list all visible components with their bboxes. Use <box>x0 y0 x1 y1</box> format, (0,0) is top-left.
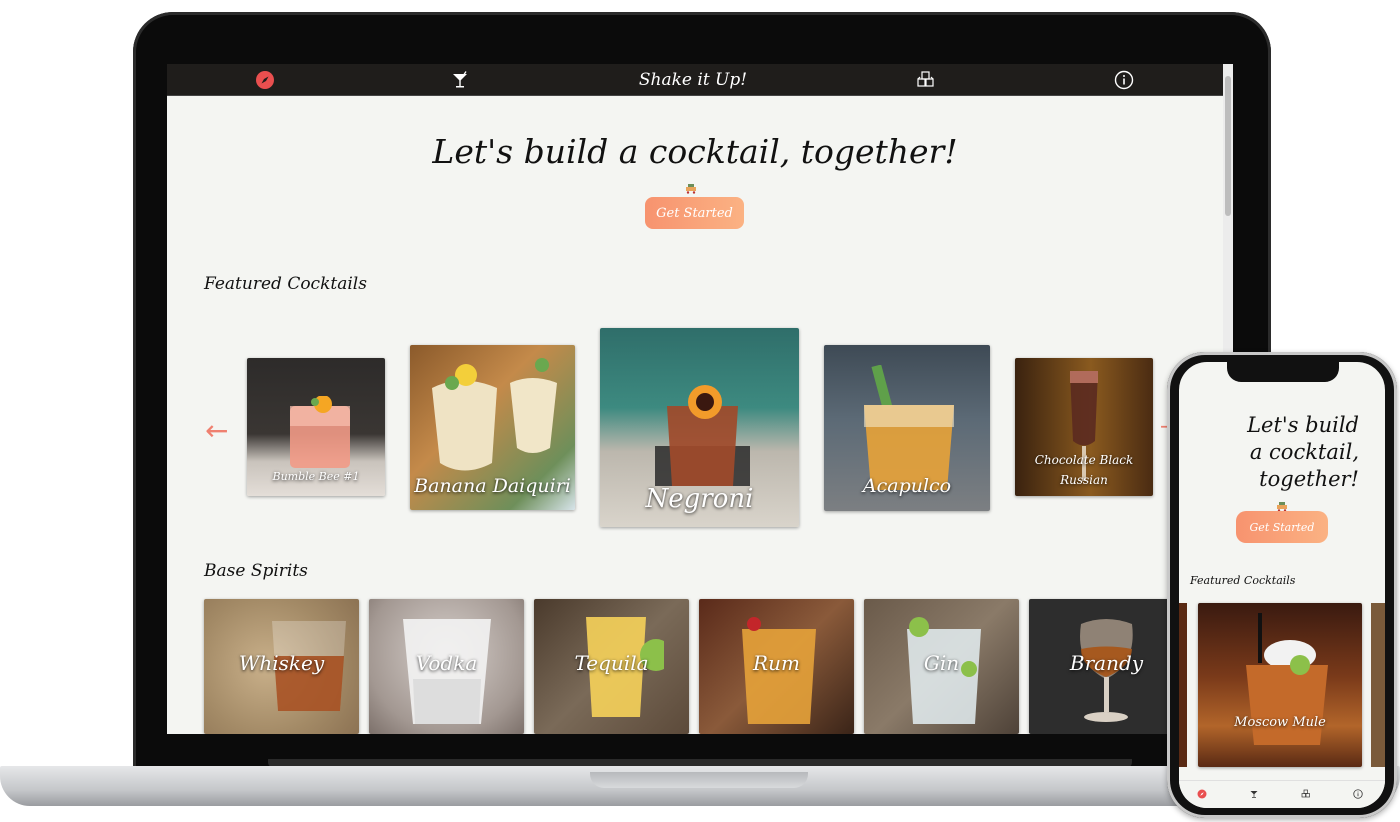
cocktail-cart-icon <box>686 184 696 194</box>
cocktail-name: Bumble Bee #1 <box>272 470 360 483</box>
cocktail-glass-icon[interactable] <box>1249 789 1259 799</box>
phone-screen: Let's build a cocktail, together! Get St… <box>1179 362 1385 808</box>
phone-cocktail-card[interactable]: Moscow Mule <box>1198 603 1362 767</box>
spirit-card[interactable]: Rum <box>699 599 854 734</box>
navbar: Shake it Up! <box>167 64 1233 96</box>
get-started-button[interactable]: Get Started <box>645 197 744 229</box>
cocktail-glass-icon <box>453 71 467 88</box>
cocktail-name: Banana Daiquiri <box>414 475 571 497</box>
laptop-notch <box>590 772 808 788</box>
phone-hero-line: Let's build <box>1247 413 1359 437</box>
cocktail-image <box>290 396 350 468</box>
compass-icon <box>256 71 274 89</box>
info-icon <box>1114 70 1134 90</box>
cocktail-card-featured[interactable]: Negroni <box>600 328 799 527</box>
nav-ingredients[interactable] <box>913 64 939 96</box>
ice-cubes-icon <box>917 71 934 87</box>
phone-card-prev-peek <box>1179 603 1187 767</box>
phone-frame: Let's build a cocktail, together! Get St… <box>1167 352 1397 818</box>
phone-hero-title: Let's build a cocktail, together! <box>1209 412 1359 493</box>
nav-about[interactable] <box>1111 64 1137 96</box>
cocktail-card[interactable]: Chocolate Black Russian <box>1015 358 1153 496</box>
base-spirits-heading: Base Spirits <box>204 561 308 581</box>
scrollbar-thumb[interactable] <box>1225 76 1231 216</box>
ice-cubes-icon[interactable] <box>1301 789 1311 799</box>
cocktail-name: Negroni <box>645 484 754 514</box>
cocktail-name: Chocolate Black Russian <box>1034 453 1134 487</box>
cocktail-image <box>1246 613 1328 745</box>
spirit-name: Vodka <box>415 651 478 675</box>
spirit-name: Gin <box>923 651 960 675</box>
cocktail-name: Acapulco <box>862 475 952 497</box>
phone-card-next-peek <box>1371 603 1385 767</box>
phone-notch <box>1227 362 1339 382</box>
cocktail-card[interactable]: Bumble Bee #1 <box>247 358 385 496</box>
phone-get-started-button[interactable]: Get Started <box>1236 511 1328 543</box>
spirit-card[interactable]: Gin <box>864 599 1019 734</box>
phone-hero-line: together! <box>1259 467 1359 491</box>
cocktail-image <box>655 385 750 486</box>
laptop-screen: Shake it Up! Let's build a cocktail, tog… <box>167 64 1233 734</box>
cocktail-image <box>432 358 557 471</box>
cocktail-name: Moscow Mule <box>1234 715 1326 730</box>
phone-tabbar <box>1179 780 1385 808</box>
nav-explore[interactable] <box>252 64 278 96</box>
featured-heading: Featured Cocktails <box>204 274 367 294</box>
nav-cocktails[interactable] <box>447 64 473 96</box>
brand-title[interactable]: Shake it Up! <box>637 64 749 96</box>
hero-title: Let's build a cocktail, together! <box>432 132 958 171</box>
spirit-name: Rum <box>753 651 800 675</box>
phone-featured-heading: Featured Cocktails <box>1190 574 1296 587</box>
carousel-prev-arrow[interactable]: ← <box>205 414 228 447</box>
spirit-card[interactable]: Whiskey <box>204 599 359 734</box>
spirit-card[interactable]: Brandy <box>1029 599 1184 734</box>
compass-icon[interactable] <box>1197 789 1207 799</box>
spirit-card[interactable]: Tequila <box>534 599 689 734</box>
spirit-card[interactable]: Vodka <box>369 599 524 734</box>
spirit-name: Brandy <box>1069 651 1144 675</box>
cocktail-card[interactable]: Acapulco <box>824 345 990 511</box>
spirit-name: Tequila <box>574 651 649 675</box>
spirit-name: Whiskey <box>238 651 325 675</box>
phone-hero-line: a cocktail, <box>1249 440 1359 464</box>
info-icon[interactable] <box>1353 789 1363 799</box>
cocktail-card[interactable]: Banana Daiquiri <box>410 345 575 510</box>
